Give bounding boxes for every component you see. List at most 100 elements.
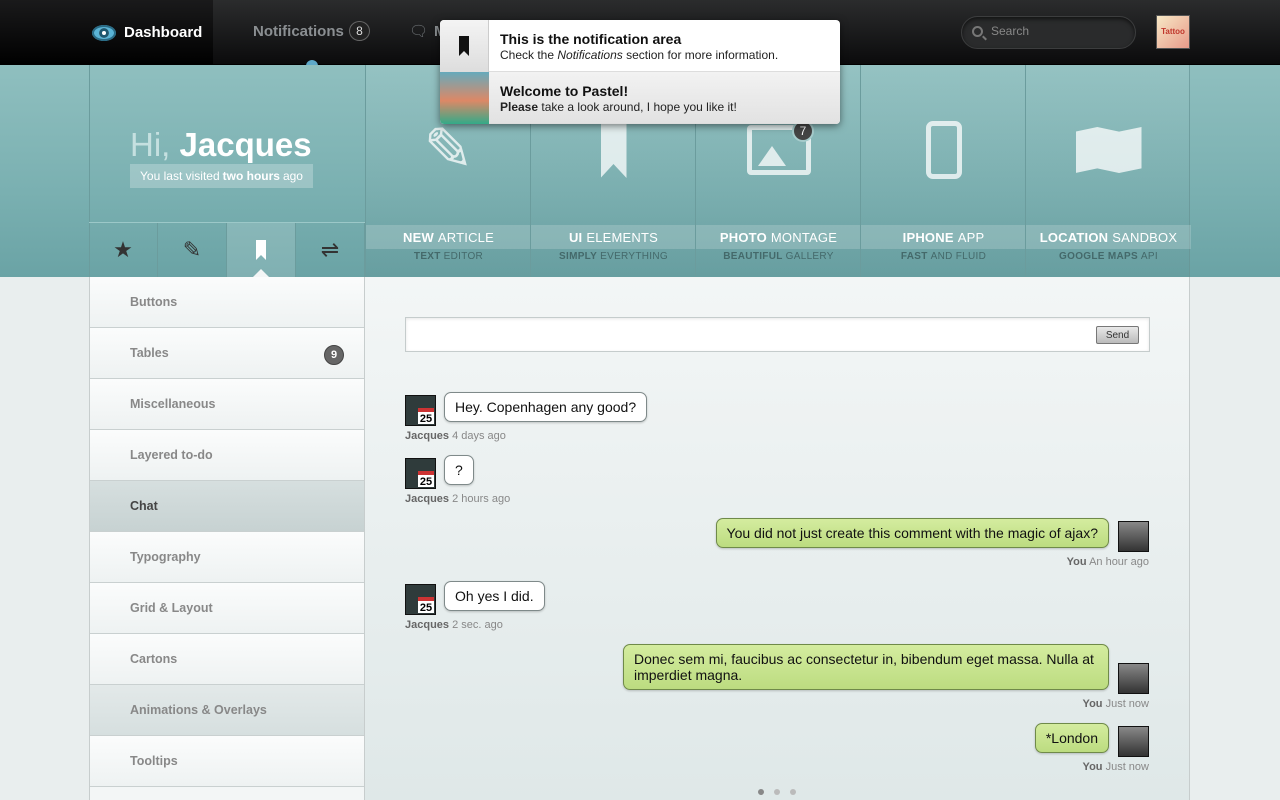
- message-meta: Jacques 4 days ago: [405, 430, 506, 442]
- message-bubble: ?: [444, 455, 474, 485]
- sidebar-item-grid-layout[interactable]: Grid & Layout: [90, 583, 364, 634]
- tile-location-sandbox[interactable]: LOCATION SANDBOX GOOGLE MAPS API: [1025, 65, 1191, 277]
- bookmark-icon: [440, 20, 489, 72]
- chat-input[interactable]: Send: [405, 317, 1150, 352]
- send-button[interactable]: Send: [1096, 326, 1139, 344]
- avatar: [1118, 726, 1149, 757]
- notification-item[interactable]: Welcome to Pastel! Please take a look ar…: [440, 72, 840, 124]
- search-box: [961, 16, 1136, 49]
- notification-thumbnail: [440, 72, 489, 124]
- pencil-icon[interactable]: ✎: [158, 223, 227, 277]
- sidebar-item-tables[interactable]: Tables 9: [90, 328, 364, 379]
- tile-title: UI ELEMENTS: [531, 225, 696, 249]
- message-meta: You An hour ago: [1067, 556, 1149, 568]
- sidebar-item-chat[interactable]: Chat: [90, 481, 364, 532]
- sidebar-item-label: Cartons: [130, 652, 178, 666]
- sidebar-item-cartons[interactable]: Cartons: [90, 634, 364, 685]
- tile-subtitle: BEAUTIFUL GALLERY: [723, 251, 834, 262]
- star-icon[interactable]: ★: [89, 223, 158, 277]
- tile-subtitle: TEXT EDITOR: [413, 251, 484, 262]
- sidebar-item-label: Buttons: [130, 295, 178, 309]
- sidebar-item-label: Tooltips: [130, 754, 178, 768]
- visited-bold: two hours: [222, 169, 280, 183]
- visited-pre: You last visited: [140, 169, 220, 183]
- chat-message: Donec sem mi, faucibus ac consectetur in…: [623, 644, 1109, 690]
- avatar: 25: [405, 584, 436, 615]
- nav-notifications[interactable]: Notifications: [253, 23, 344, 40]
- phone-icon: [861, 115, 1026, 185]
- message-time: Just now: [1105, 761, 1149, 773]
- message-meta: Jacques 2 sec. ago: [405, 619, 503, 631]
- tile-title: IPHONE APP: [861, 225, 1026, 249]
- page-dot[interactable]: [790, 789, 796, 795]
- page-dot[interactable]: [774, 789, 780, 795]
- message-author: Jacques: [405, 430, 450, 442]
- message-bubble: Hey. Copenhagen any good?: [444, 392, 648, 422]
- nav-dashboard[interactable]: Dashboard: [0, 0, 213, 65]
- last-visited-label: You last visited two hours ago: [130, 164, 313, 188]
- sidebar-item-label: Miscellaneous: [130, 397, 216, 411]
- map-icon: [1026, 115, 1191, 185]
- sidebar-item-buttons[interactable]: Buttons: [90, 277, 364, 328]
- message-bubble: You did not just create this comment wit…: [715, 518, 1109, 548]
- pagination-dots: [758, 789, 796, 795]
- greeting-heading: Hi, Jacques: [130, 126, 312, 164]
- tile-title: LOCATION SANDBOX: [1026, 225, 1191, 249]
- eye-icon: [92, 24, 116, 41]
- chat-message: ?: [444, 455, 474, 485]
- tile-subtitle: GOOGLE MAPS API: [1059, 251, 1158, 262]
- search-icon: [972, 26, 983, 37]
- notification-desc: Check the Notifications section for more…: [500, 48, 779, 62]
- avatar: 25: [405, 458, 436, 489]
- message-bubble: *London: [1034, 723, 1109, 753]
- bookmark-icon[interactable]: [227, 223, 296, 277]
- notification-title: This is the notification area: [500, 31, 682, 47]
- sidebar-item-animations-overlays[interactable]: Animations & Overlays: [90, 685, 364, 736]
- tile-title: PHOTO MONTAGE: [696, 225, 861, 249]
- sidebar-item-label: Animations & Overlays: [130, 703, 267, 717]
- nav-dashboard-label: Dashboard: [124, 24, 203, 41]
- sidebar-item-label: Grid & Layout: [130, 601, 213, 615]
- message-bubble: Donec sem mi, faucibus ac consectetur in…: [623, 644, 1109, 690]
- tile-iphone-app[interactable]: IPHONE APP FAST AND FLUID: [860, 65, 1026, 277]
- edit-icon: ✎: [423, 116, 474, 183]
- notification-title: Welcome to Pastel!: [500, 83, 629, 99]
- sidebar-item-miscellaneous[interactable]: Miscellaneous: [90, 379, 364, 430]
- greeting-hi: Hi,: [130, 126, 171, 163]
- sidebar-item-layered-todo[interactable]: Layered to-do: [90, 430, 364, 481]
- avatar: [1118, 521, 1149, 552]
- sidebar-item-label: Chat: [130, 499, 158, 513]
- tile-title: NEW ARTICLE: [366, 225, 531, 249]
- chat-panel: Send 25 Hey. Copenhagen any good? Jacque…: [365, 277, 1190, 800]
- user-avatar[interactable]: Tattoo: [1156, 15, 1190, 49]
- greeting-name: Jacques: [179, 126, 312, 163]
- calendar-icon: 25: [418, 408, 434, 425]
- message-meta: You Just now: [1083, 698, 1149, 710]
- notification-item[interactable]: This is the notification area Check the …: [440, 20, 840, 72]
- tile-subtitle: FAST AND FLUID: [900, 251, 987, 262]
- speech-bubble-icon[interactable]: 🗨: [409, 22, 428, 40]
- sidebar-item-label: Tables: [130, 346, 169, 360]
- image-icon: [696, 115, 861, 185]
- sidebar-item-label: Typography: [130, 550, 201, 564]
- sidebar: Buttons Tables 9 Miscellaneous Layered to…: [89, 277, 365, 800]
- page-dot[interactable]: [758, 789, 764, 795]
- chat-message: Oh yes I did.: [444, 581, 545, 611]
- notification-desc: Please take a look around, I hope you li…: [500, 100, 737, 114]
- shuffle-icon[interactable]: ⇌: [296, 223, 365, 277]
- search-input[interactable]: [991, 24, 1131, 38]
- message-author: You: [1066, 556, 1087, 568]
- message-time: 2 hours ago: [452, 493, 511, 505]
- bookmark-icon: [531, 115, 696, 185]
- avatar: [1118, 663, 1149, 694]
- visited-post: ago: [282, 169, 303, 183]
- sidebar-item-typography[interactable]: Typography: [90, 532, 364, 583]
- message-author: Jacques: [405, 493, 450, 505]
- message-author: You: [1082, 698, 1103, 710]
- notification-popup: This is the notification area Check the …: [440, 20, 840, 124]
- message-time: An hour ago: [1089, 556, 1149, 568]
- sidebar-item-tooltips[interactable]: Tooltips: [90, 736, 364, 787]
- sidebar-item-label: Layered to-do: [130, 448, 213, 462]
- calendar-icon: 25: [418, 597, 434, 614]
- chat-message: *London: [1034, 723, 1109, 753]
